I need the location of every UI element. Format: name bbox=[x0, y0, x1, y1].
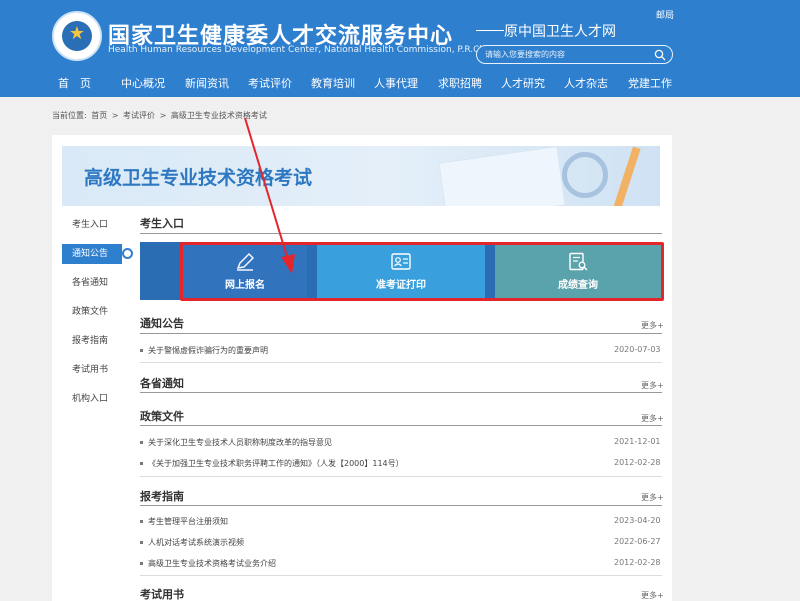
nav-research[interactable]: 人才研究 bbox=[501, 75, 545, 91]
search-input[interactable] bbox=[485, 48, 645, 61]
nav-magazine[interactable]: 人才杂志 bbox=[564, 75, 608, 91]
bullet bbox=[140, 562, 143, 565]
bullet bbox=[140, 462, 143, 465]
books-section-title: 考试用书 bbox=[140, 588, 184, 601]
breadcrumb-current[interactable]: 高级卫生专业技术资格考试 bbox=[171, 111, 267, 120]
breadcrumb-exam[interactable]: 考试评价 bbox=[123, 111, 155, 120]
sidebar-item-books[interactable]: 考试用书 bbox=[62, 360, 122, 380]
score-query-button[interactable]: 成绩查询 bbox=[495, 244, 661, 298]
main-nav: 首 页 中心概况 新闻资讯 考试评价 教育培训 人事代理 求职招聘 人才研究 人… bbox=[0, 71, 800, 93]
admission-ticket-print-button[interactable]: 准考证打印 bbox=[317, 244, 485, 298]
section-divider bbox=[140, 505, 662, 506]
site-header: ★ 国家卫生健康委人才交流服务中心 Health Human Resources… bbox=[0, 0, 800, 97]
guide-section-title: 报考指南 bbox=[140, 490, 184, 503]
sidebar-item-institutions[interactable]: 机构入口 bbox=[62, 389, 122, 409]
notices-section-title: 通知公告 bbox=[140, 317, 184, 330]
list-item-date: 2012-02-28 bbox=[614, 558, 661, 567]
mail-link[interactable]: 邮局 bbox=[656, 8, 674, 21]
list-item-text: 人机对话考试系统演示视频 bbox=[148, 538, 244, 547]
bullet bbox=[140, 441, 143, 444]
section-divider bbox=[140, 233, 662, 234]
list-item[interactable]: 关于深化卫生专业技术人员职称制度改革的指导意见 bbox=[140, 437, 332, 448]
breadcrumb-home[interactable]: 首页 bbox=[91, 111, 107, 120]
active-indicator-dot bbox=[122, 248, 133, 259]
nav-party[interactable]: 党建工作 bbox=[628, 75, 672, 91]
search-box bbox=[476, 45, 673, 64]
document-search-icon bbox=[569, 252, 588, 271]
list-item-text: 关于警惕虚假诈骗行为的重要声明 bbox=[148, 346, 268, 355]
provinces-section-title: 各省通知 bbox=[140, 377, 184, 390]
id-card-icon bbox=[391, 253, 411, 270]
nav-training[interactable]: 教育培训 bbox=[311, 75, 355, 91]
pencil-illustration bbox=[611, 146, 641, 206]
breadcrumb-sep: > bbox=[111, 111, 119, 120]
paper-illustration bbox=[438, 146, 566, 206]
sidebar-item-notices[interactable]: 通知公告 bbox=[62, 244, 122, 264]
site-logo[interactable]: ★ bbox=[52, 11, 102, 61]
list-item-date: 2020-07-03 bbox=[614, 345, 661, 354]
online-registration-button[interactable]: 网上报名 bbox=[183, 244, 307, 298]
list-item[interactable]: 关于警惕虚假诈骗行为的重要声明 bbox=[140, 345, 268, 356]
section-divider bbox=[140, 575, 662, 576]
entry-section-title: 考生入口 bbox=[140, 217, 184, 230]
breadcrumb: 当前位置: 首页 > 考试评价 > 高级卫生专业技术资格考试 bbox=[52, 110, 269, 121]
section-divider bbox=[140, 362, 662, 363]
list-item[interactable]: 高级卫生专业技术资格考试业务介绍 bbox=[140, 558, 276, 569]
list-item[interactable]: 《关于加强卫生专业技术职务评聘工作的通知》（人发【2000】114号） bbox=[140, 458, 404, 469]
nav-exam[interactable]: 考试评价 bbox=[248, 75, 292, 91]
bullet bbox=[140, 520, 143, 523]
breadcrumb-sep: > bbox=[159, 111, 167, 120]
list-item-date: 2023-04-20 bbox=[614, 516, 661, 525]
pen-icon bbox=[236, 253, 254, 271]
list-item-text: 高级卫生专业技术资格考试业务介绍 bbox=[148, 559, 276, 568]
search-icon[interactable] bbox=[654, 49, 666, 61]
list-item-date: 2012-02-28 bbox=[614, 458, 661, 467]
section-divider bbox=[140, 333, 662, 334]
page-title: 高级卫生专业技术资格考试 bbox=[84, 167, 313, 189]
score-query-label: 成绩查询 bbox=[558, 280, 598, 291]
former-name: 原中国卫生人才网 bbox=[504, 24, 616, 40]
list-item-text: 关于深化卫生专业技术人员职称制度改革的指导意见 bbox=[148, 438, 332, 447]
bullet bbox=[140, 349, 143, 352]
list-item-text: 考生管理平台注册须知 bbox=[148, 517, 228, 526]
guide-more-link[interactable]: 更多+ bbox=[641, 492, 664, 503]
sidebar-item-candidate[interactable]: 考生入口 bbox=[62, 215, 122, 235]
nav-personnel[interactable]: 人事代理 bbox=[374, 75, 418, 91]
nav-home[interactable]: 首 页 bbox=[58, 75, 91, 91]
sidebar-item-guide[interactable]: 报考指南 bbox=[62, 331, 122, 351]
former-name-dash bbox=[476, 30, 504, 31]
nav-news[interactable]: 新闻资讯 bbox=[185, 75, 229, 91]
list-item[interactable]: 考生管理平台注册须知 bbox=[140, 516, 228, 527]
list-item[interactable]: 人机对话考试系统演示视频 bbox=[140, 537, 244, 548]
policies-section-title: 政策文件 bbox=[140, 410, 184, 423]
sidebar-item-provinces[interactable]: 各省通知 bbox=[62, 273, 122, 293]
section-divider bbox=[140, 392, 662, 393]
site-subtitle: Health Human Resources Development Cente… bbox=[108, 45, 499, 55]
magnifier-illustration bbox=[562, 152, 608, 198]
books-more-link[interactable]: 更多+ bbox=[641, 590, 664, 601]
nav-jobs[interactable]: 求职招聘 bbox=[438, 75, 482, 91]
star-icon: ★ bbox=[68, 23, 86, 44]
list-item-text: 《关于加强卫生专业技术职务评聘工作的通知》（人发【2000】114号） bbox=[148, 459, 404, 468]
breadcrumb-prefix: 当前位置: bbox=[52, 111, 87, 120]
section-divider bbox=[140, 425, 662, 426]
notices-more-link[interactable]: 更多+ bbox=[641, 320, 664, 331]
list-item-date: 2022-06-27 bbox=[614, 537, 661, 546]
policies-more-link[interactable]: 更多+ bbox=[641, 413, 664, 424]
page-banner: 高级卫生专业技术资格考试 bbox=[62, 146, 660, 206]
online-registration-label: 网上报名 bbox=[225, 280, 265, 291]
bullet bbox=[140, 541, 143, 544]
provinces-more-link[interactable]: 更多+ bbox=[641, 380, 664, 391]
nav-about[interactable]: 中心概况 bbox=[121, 75, 165, 91]
admission-ticket-print-label: 准考证打印 bbox=[376, 280, 426, 291]
list-item-date: 2021-12-01 bbox=[614, 437, 661, 446]
sidebar-item-policies[interactable]: 政策文件 bbox=[62, 302, 122, 322]
section-divider bbox=[140, 476, 662, 477]
